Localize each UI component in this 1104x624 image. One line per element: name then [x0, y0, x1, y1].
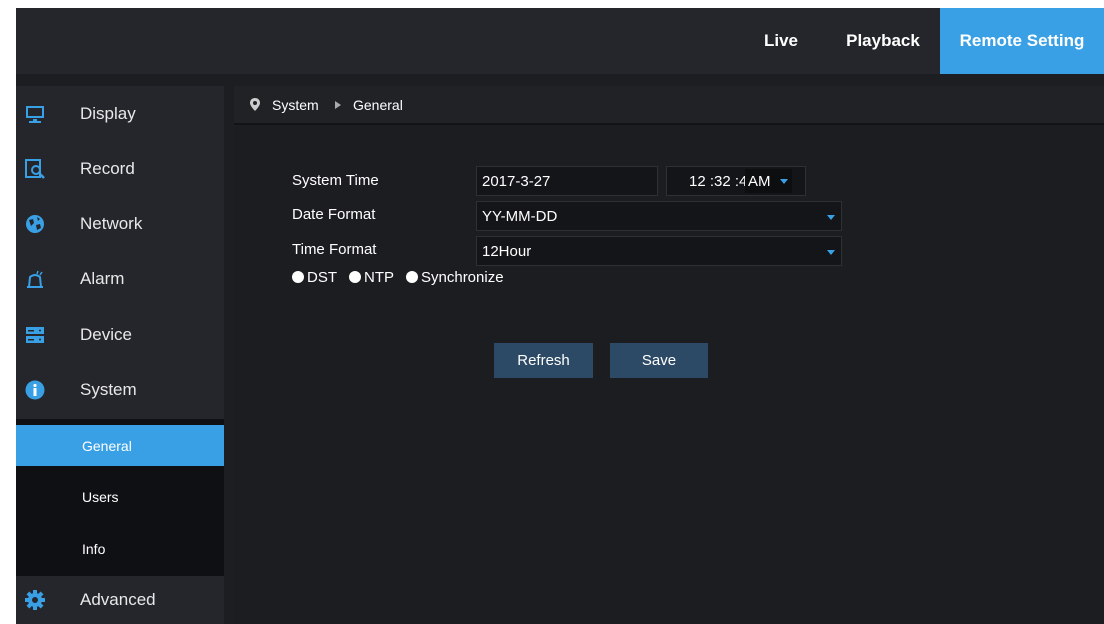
- system-date-input[interactable]: 2017-3-27: [476, 166, 658, 196]
- submenu-item-info[interactable]: Info: [16, 529, 224, 569]
- sidebar-item-device[interactable]: Device: [16, 307, 224, 362]
- nav-playback[interactable]: Playback: [828, 8, 938, 74]
- sidebar-item-label: Alarm: [80, 268, 125, 288]
- sidebar-item-label: Network: [80, 213, 143, 233]
- sidebar-item-record[interactable]: Record: [16, 141, 224, 196]
- sidebar-item-label: System: [80, 379, 137, 399]
- ntp-label: NTP: [364, 268, 394, 286]
- synchronize-label: Synchronize: [421, 268, 504, 286]
- sidebar-item-label: Display: [80, 103, 136, 123]
- chevron-down-icon: [827, 250, 835, 255]
- gear-icon: [24, 589, 46, 611]
- system-time-label: System Time: [292, 172, 379, 189]
- refresh-button[interactable]: Refresh: [494, 343, 593, 378]
- date-format-value: YY-MM-DD: [482, 207, 558, 225]
- save-button[interactable]: Save: [610, 343, 708, 378]
- submenu-item-general[interactable]: General: [16, 425, 224, 466]
- alarm-siren-icon: [24, 268, 46, 290]
- nav-live[interactable]: Live: [746, 8, 816, 74]
- breadcrumb-system[interactable]: System: [272, 97, 319, 113]
- chevron-down-icon: [827, 215, 835, 220]
- info-icon: [24, 379, 46, 401]
- breadcrumb: System General: [234, 86, 1104, 125]
- breadcrumb-general: General: [353, 96, 403, 113]
- sidebar-item-advanced[interactable]: Advanced: [16, 576, 224, 624]
- nav-remote-setting[interactable]: Remote Setting: [940, 8, 1104, 74]
- app-window: Live Playback Remote Setting Display Rec…: [16, 8, 1104, 624]
- dst-radio[interactable]: [292, 271, 304, 283]
- record-search-icon: [24, 158, 46, 180]
- synchronize-radio[interactable]: [406, 271, 418, 283]
- network-globe-icon: [24, 213, 46, 235]
- date-format-select[interactable]: YY-MM-DD: [476, 201, 842, 231]
- time-format-value: 12Hour: [482, 242, 532, 260]
- submenu-item-label: General: [82, 437, 132, 454]
- sidebar-item-alarm[interactable]: Alarm: [16, 251, 224, 306]
- main-content: System General System Time 2017-3-27 12 …: [234, 86, 1104, 624]
- submenu-item-users[interactable]: Users: [16, 477, 224, 517]
- time-format-select[interactable]: 12Hour: [476, 236, 842, 266]
- chevron-down-icon: [780, 179, 788, 184]
- sidebar-item-label: Advanced: [80, 590, 156, 609]
- system-time-input[interactable]: 12 :32 :45 AM: [666, 166, 806, 196]
- ntp-radio[interactable]: [349, 271, 361, 283]
- time-format-label: Time Format: [292, 241, 377, 258]
- time-options-row: DST NTP Synchronize: [292, 266, 516, 288]
- location-pin-icon: [250, 98, 260, 114]
- sidebar-item-display[interactable]: Display: [16, 86, 224, 141]
- top-nav-bar: Live Playback Remote Setting: [16, 8, 1104, 74]
- sidebar-item-label: Record: [80, 158, 135, 178]
- ampm-select[interactable]: AM: [745, 169, 792, 193]
- device-drive-icon: [24, 324, 46, 346]
- submenu-item-label: Info: [82, 541, 106, 557]
- system-submenu: General Users Info: [16, 419, 224, 576]
- sidebar-item-system[interactable]: System: [16, 362, 224, 417]
- monitor-icon: [24, 103, 46, 125]
- sidebar-item-network[interactable]: Network: [16, 196, 224, 251]
- sidebar-item-label: Device: [80, 324, 132, 344]
- ampm-value: AM: [748, 172, 771, 190]
- submenu-item-label: Users: [82, 489, 119, 505]
- sidebar: Display Record Network Alarm Device Syst…: [16, 86, 224, 624]
- breadcrumb-arrow-icon: [335, 101, 341, 109]
- dst-label: DST: [307, 268, 337, 286]
- date-format-label: Date Format: [292, 206, 376, 223]
